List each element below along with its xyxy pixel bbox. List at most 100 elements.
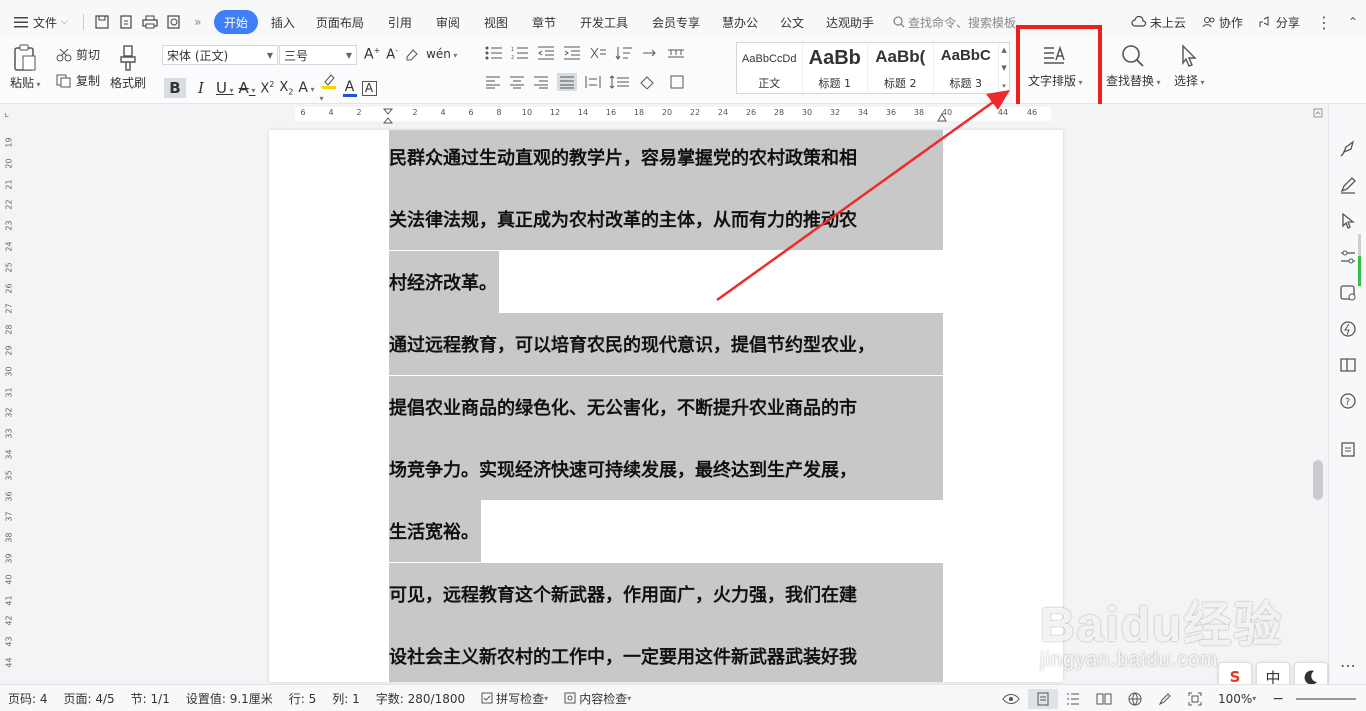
tab-official-doc[interactable]: 公文 [768,10,816,34]
status-pages[interactable]: 页面: 4/5 [56,690,123,707]
page-view-icon[interactable] [1027,688,1058,709]
status-section[interactable]: 节: 1/1 [123,690,178,707]
zoom-out-button[interactable]: − [1264,691,1292,707]
backup-icon[interactable] [1337,438,1359,460]
italic-icon[interactable]: I [191,79,211,97]
save-icon[interactable] [92,12,112,32]
copy-button[interactable]: 复制 [56,72,100,89]
find-replace-button[interactable]: 查找替换 ▾ [1106,44,1161,89]
align-center-icon[interactable] [509,75,525,89]
tab-stops-icon[interactable] [667,46,685,60]
print-icon[interactable] [140,12,160,32]
style-heading-1[interactable]: AaBb 标题 1 [803,43,869,93]
web-view-icon[interactable] [1120,692,1150,706]
grow-font-icon[interactable]: A+ [364,46,380,63]
paste-button[interactable]: 粘贴 ▾ [10,44,41,91]
tab-page-layout[interactable]: 页面布局 [304,10,376,34]
tab-developer[interactable]: 开发工具 [568,10,640,34]
document-line[interactable]: 场竞争力。实现经济快速可持续发展，最终达到生产发展， [389,438,943,500]
font-color-icon[interactable]: A [342,80,357,97]
superscript-icon[interactable]: X2 [260,80,274,96]
status-page-num[interactable]: 页码: 4 [0,690,56,707]
shrink-font-icon[interactable]: A- [386,46,398,62]
share-button[interactable]: 分享 [1251,10,1308,34]
scroll-thumb[interactable] [1313,460,1323,500]
font-name-select[interactable]: 宋体 (正文) ▼ [162,45,278,65]
tab-review[interactable]: 审阅 [424,10,472,34]
indent-marker-icon[interactable] [383,108,393,124]
decrease-indent-icon[interactable] [537,46,555,60]
style-heading-2[interactable]: AaBb( 标题 2 [868,43,934,93]
more-chevron-icon[interactable]: » [188,12,208,32]
styles-scroll[interactable]: ▲ ▼ ▾ [999,43,1009,93]
zoom-level[interactable]: 100% ▾ [1210,692,1264,706]
outline-view-icon[interactable] [1058,692,1088,706]
strikethrough-icon[interactable]: A ▾ [239,79,256,97]
cloud-status[interactable]: 未上云 [1123,10,1194,34]
tab-insert[interactable]: 插入 [262,10,304,34]
numbered-list-icon[interactable]: 12 [511,46,529,60]
more-icon[interactable]: ⋯ [1337,654,1359,676]
tab-references[interactable]: 引用 [376,10,424,34]
status-setting[interactable]: 设置值: 9.1厘米 [178,690,281,707]
document-line[interactable]: 生活宽裕。 [389,500,943,563]
shading-icon[interactable] [639,75,661,89]
text-effect-icon[interactable]: A ▾ [298,80,314,96]
align-right-icon[interactable] [533,75,549,89]
document-line[interactable]: 民群众通过生动直观的教学片，容易掌握党的农村政策和相 [389,130,943,188]
status-col[interactable]: 列: 1 [324,690,368,707]
lightning-icon[interactable] [1337,318,1359,340]
bullet-list-icon[interactable] [485,46,503,60]
command-search[interactable]: 查找命令、搜索模板 [884,10,1025,34]
help-icon[interactable]: ? [1337,390,1359,412]
chinese-layout-icon[interactable] [589,46,607,60]
document-line[interactable]: 设社会主义新农村的工作中，一定要用这件新武器武装好我 [389,625,943,682]
document-line[interactable]: 通过远程教育，可以培育农民的现代意识，提倡节约型农业， [389,313,943,376]
highlight-color-icon[interactable]: ▾ [320,72,338,104]
char-border-icon[interactable]: A [361,80,377,96]
book-icon[interactable] [1337,354,1359,376]
clear-format-icon[interactable] [404,47,420,61]
pen-mode-icon[interactable] [1150,692,1180,706]
file-menu[interactable]: 文件 ⌵ [0,10,77,34]
select-button[interactable]: 选择 ▾ [1174,44,1205,89]
status-row[interactable]: 行: 5 [281,690,325,707]
tab-home[interactable]: 开始 [213,10,258,34]
pen-icon[interactable] [1337,174,1359,196]
underline-icon[interactable]: U ▾ [216,79,234,97]
distribute-icon[interactable] [585,75,601,89]
reading-view-icon[interactable] [1088,692,1120,706]
document-line[interactable]: 提倡农业商品的绿色化、无公害化，不断提升农业商品的市 [389,375,943,438]
style-heading-3[interactable]: AaBbC 标题 3 [934,43,1000,93]
tab-member[interactable]: 会员专享 [640,10,712,34]
tab-view[interactable]: 视图 [472,10,520,34]
align-left-icon[interactable] [485,75,501,89]
content-check-button[interactable]: 内容检查 ▾ [556,690,639,707]
fit-page-icon[interactable] [1180,692,1210,706]
borders-icon[interactable] [669,75,691,89]
spell-check-button[interactable]: 拼写检查 ▾ [473,690,556,707]
bold-icon[interactable]: B [164,78,186,98]
rocket-icon[interactable] [1337,138,1359,160]
show-marks-icon[interactable] [641,46,659,60]
justify-icon[interactable] [557,73,577,91]
more-options-button[interactable]: ⋮ [1308,10,1340,34]
font-size-select[interactable]: 三号 ▼ [279,45,357,65]
tab-daguan-assistant[interactable]: 达观助手 [816,10,884,34]
document-line[interactable]: 村经济改革。 [389,250,943,313]
zoom-slider[interactable] [1296,697,1356,700]
export-pdf-icon[interactable] [116,12,136,32]
document-line[interactable]: 关法律法规，真正成为农村改革的主体，从而有力的推动农 [389,188,943,251]
image-settings-icon[interactable] [1337,282,1359,304]
eye-icon[interactable] [994,693,1028,705]
subscript-icon[interactable]: X2 [279,80,293,97]
tab-smart-office[interactable]: 慧办公 [712,10,768,34]
style-normal[interactable]: AaBbCcDd 正文 [737,43,803,93]
collapse-ribbon-button[interactable]: ⌃ [1340,10,1366,34]
status-word-count[interactable]: 字数: 280/1800 [368,690,473,707]
print-preview-icon[interactable] [164,12,184,32]
scroll-up-icon[interactable] [1313,108,1323,118]
document-page[interactable]: 民群众通过生动直观的教学片，容易掌握党的农村政策和相 关法律法规，真正成为农村改革… [269,130,1063,682]
cut-button[interactable]: 剪切 [56,46,100,63]
increase-indent-icon[interactable] [563,46,581,60]
